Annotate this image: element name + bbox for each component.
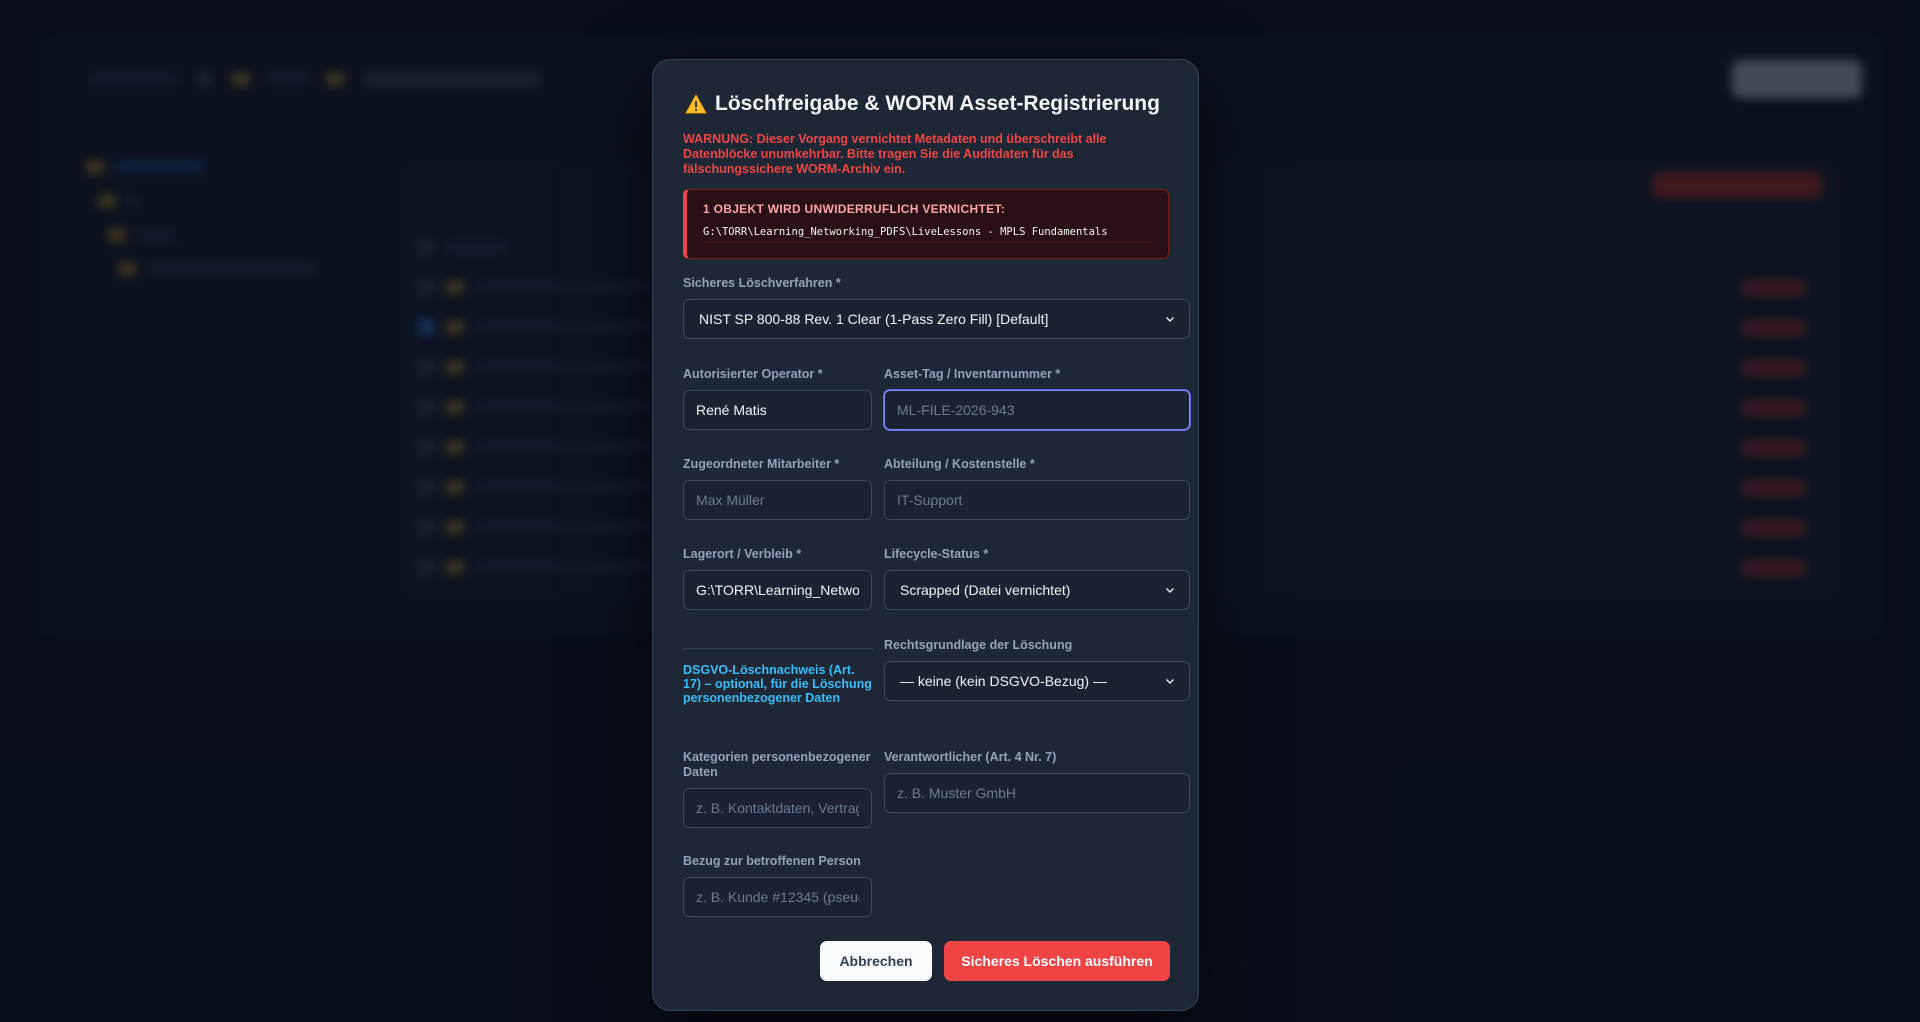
deletion-approval-dialog: Löschfreigabe & WORM Asset-Registrierung…: [652, 59, 1199, 1011]
dialog-title-text: Löschfreigabe & WORM Asset-Registrierung: [715, 92, 1160, 115]
gdpr-section-divider: [683, 648, 873, 649]
legal-basis-value: — keine (kein DSGVO-Bezug) —: [900, 673, 1107, 689]
employee-field: Zugeordneter Mitarbeiter *: [683, 457, 872, 520]
legal-basis-field: Rechtsgrundlage der Löschung — keine (ke…: [884, 638, 1190, 701]
department-field: Abteilung / Kostenstelle *: [884, 457, 1190, 520]
department-input[interactable]: [884, 480, 1190, 520]
employee-label: Zugeordneter Mitarbeiter *: [683, 457, 840, 471]
wipe-method-value: NIST SP 800-88 Rev. 1 Clear (1-Pass Zero…: [699, 311, 1049, 327]
objects-to-destroy-title: 1 OBJEKT WIRD UNWIDERRUFLICH VERNICHTET:: [703, 202, 1005, 216]
location-field: Lagerort / Verbleib *: [683, 547, 872, 610]
employee-input[interactable]: [683, 480, 872, 520]
controller-field: Verantwortlicher (Art. 4 Nr. 7): [884, 750, 1190, 813]
asset-tag-input[interactable]: [884, 390, 1190, 430]
legal-basis-select[interactable]: — keine (kein DSGVO-Bezug) —: [884, 661, 1190, 701]
data-categories-input[interactable]: [683, 788, 872, 828]
cancel-button[interactable]: Abbrechen: [820, 941, 932, 981]
lifecycle-value: Scrapped (Datei vernichtet): [900, 582, 1071, 598]
data-subject-label: Bezug zur betroffenen Person: [683, 854, 861, 868]
wipe-method-label: Sicheres Löschverfahren *: [683, 276, 841, 290]
execute-secure-delete-button[interactable]: Sicheres Löschen ausführen: [944, 941, 1170, 981]
data-categories-label: Kategorien personenbezogener Daten: [683, 750, 871, 779]
department-label: Abteilung / Kostenstelle *: [884, 457, 1035, 471]
wipe-method-field: Sicheres Löschverfahren * NIST SP 800-88…: [683, 276, 1190, 339]
warning-icon: [685, 94, 707, 114]
legal-basis-label: Rechtsgrundlage der Löschung: [884, 638, 1073, 652]
lifecycle-label: Lifecycle-Status *: [884, 547, 989, 561]
irreversible-warning: WARNUNG: Dieser Vorgang vernichtet Metad…: [683, 132, 1107, 176]
asset-tag-label: Asset-Tag / Inventarnummer *: [884, 367, 1061, 381]
controller-label: Verantwortlicher (Art. 4 Nr. 7): [884, 750, 1057, 764]
gdpr-section-note: DSGVO-Löschnachweis (Art. 17) – optional…: [683, 663, 872, 705]
location-label: Lagerort / Verbleib *: [683, 547, 802, 561]
dialog-title: Löschfreigabe & WORM Asset-Registrierung: [685, 92, 1160, 116]
operator-field: Autorisierter Operator *: [683, 367, 872, 430]
lifecycle-field: Lifecycle-Status * Scrapped (Datei verni…: [884, 547, 1190, 610]
lifecycle-select[interactable]: Scrapped (Datei vernichtet): [884, 570, 1190, 610]
data-categories-field: Kategorien personenbezogener Daten: [683, 750, 872, 828]
controller-input[interactable]: [884, 773, 1190, 813]
wipe-method-select[interactable]: NIST SP 800-88 Rev. 1 Clear (1-Pass Zero…: [683, 299, 1190, 339]
object-path: G:\TORR\Learning_Networking_PDFS\LiveLes…: [703, 226, 1152, 243]
operator-label: Autorisierter Operator *: [683, 367, 823, 381]
location-input[interactable]: [683, 570, 872, 610]
chevron-down-icon: [1165, 316, 1175, 323]
chevron-down-icon: [1165, 587, 1175, 594]
data-subject-field: Bezug zur betroffenen Person: [683, 854, 872, 917]
chevron-down-icon: [1165, 678, 1175, 685]
operator-input[interactable]: [683, 390, 872, 430]
data-subject-input[interactable]: [683, 877, 872, 917]
objects-to-destroy-box: 1 OBJEKT WIRD UNWIDERRUFLICH VERNICHTET:…: [683, 189, 1169, 259]
asset-tag-field: Asset-Tag / Inventarnummer *: [884, 367, 1190, 430]
